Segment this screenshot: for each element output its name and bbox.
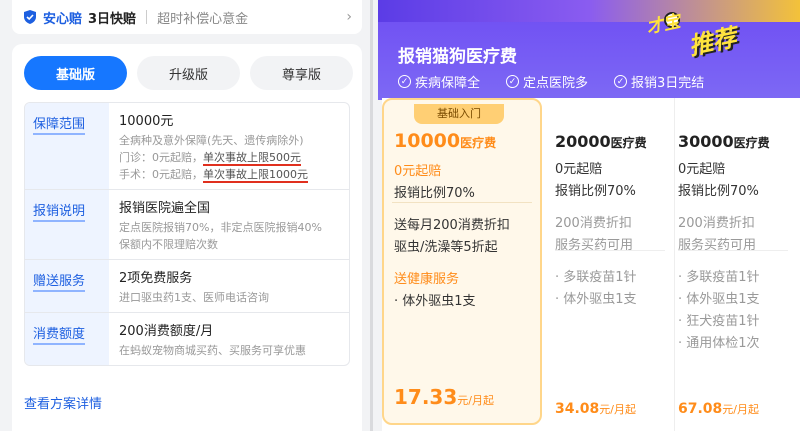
plan-deductible: 0元起赔 bbox=[394, 164, 442, 179]
reimburse-label: 报销说明 bbox=[25, 190, 109, 259]
promo-hero: 才宝 推荐 报销猫狗医疗费 ✓ 疾病保障全 ✓ 定点医院多 ✓ 报销3日完结 bbox=[378, 0, 800, 100]
gift-row: 赠送服务 2项免费服务 进口驱虫药1支、医师电话咨询 bbox=[25, 260, 349, 313]
plan-gift-title: 送健康服务 bbox=[394, 272, 460, 287]
plan-price: 17.33元/月起 bbox=[394, 385, 494, 409]
surgery-line: 手术：0元起赔，单次事故上限1000元 bbox=[119, 168, 308, 183]
check-circle-icon: ✓ bbox=[614, 75, 628, 88]
plan-columns: 基础入门 10000医疗费 0元起赔 报销比例70% 送每月200消费折扣 驱虫… bbox=[382, 98, 800, 431]
plan-gift: · 狂犬疫苗1针 bbox=[678, 314, 760, 329]
feature-item: ✓ 报销3日完结 bbox=[614, 72, 704, 91]
plan-price: 34.08元/月起 bbox=[555, 401, 637, 417]
coverage-row: 保障范围 10000元 全病种及意外保障(先天、遗传病除外) 门诊：0元起赔，单… bbox=[25, 103, 349, 190]
plan-extra2: 驱虫/洗澡等5折起 bbox=[394, 240, 498, 255]
plan-tag: 基础入门 bbox=[414, 104, 504, 124]
plan-ratio: 报销比例70% bbox=[394, 186, 475, 201]
coverage-title: 10000元 bbox=[119, 114, 174, 129]
divider bbox=[146, 10, 148, 24]
plan-table: 保障范围 10000元 全病种及意外保障(先天、遗传病除外) 门诊：0元起赔，单… bbox=[24, 102, 350, 366]
feature-item: ✓ 定点医院多 bbox=[506, 72, 588, 91]
plan-deductible: 0元起赔 bbox=[678, 162, 726, 177]
plan-gift: · 多联疫苗1针 bbox=[678, 270, 760, 285]
plan-detail-panel: 安心赔 3日快赔 超时补偿心意金 › 基础版 升级版 尊享版 保障范围 1000… bbox=[0, 0, 370, 431]
check-circle-icon: ✓ bbox=[398, 75, 411, 88]
divider bbox=[555, 250, 665, 251]
tab-upgrade[interactable]: 升级版 bbox=[137, 56, 240, 90]
plan-price: 67.08元/月起 bbox=[678, 401, 760, 417]
plan-ratio: 报销比例70% bbox=[678, 184, 759, 199]
tab-basic[interactable]: 基础版 bbox=[24, 56, 127, 90]
feature-item: ✓ 疾病保障全 bbox=[398, 72, 480, 91]
plan-gift: · 多联疫苗1针 bbox=[555, 270, 637, 285]
plan-option-basic[interactable]: 基础入门 10000医疗费 0元起赔 报销比例70% 送每月200消费折扣 驱虫… bbox=[382, 98, 542, 425]
reimburse-row: 报销说明 报销医院遍全国 定点医院报销70%，非定点医院报销40% 保额内不限理… bbox=[25, 190, 349, 260]
hero-features: ✓ 疾病保障全 ✓ 定点医院多 ✓ 报销3日完结 bbox=[398, 72, 704, 91]
reimburse-line1: 定点医院报销70%，非定点医院报销40% bbox=[119, 221, 322, 234]
badge-text-1: 才宝 bbox=[644, 11, 683, 39]
assurance-brand: 安心赔 bbox=[43, 11, 83, 27]
plan-gift: · 体外驱虫1支 bbox=[555, 292, 637, 307]
assurance-slogan: 超时补偿心意金 bbox=[157, 11, 249, 27]
plan-card: 基础版 升级版 尊享版 保障范围 10000元 全病种及意外保障(先天、遗传病除… bbox=[12, 44, 362, 431]
plan-extra1: 200消费折扣 bbox=[678, 216, 755, 231]
chevron-right-icon: › bbox=[346, 9, 352, 25]
reimburse-title: 报销医院遍全国 bbox=[119, 201, 211, 216]
view-plan-details-link[interactable]: 查看方案详情 bbox=[24, 393, 102, 412]
plan-extra1: 送每月200消费折扣 bbox=[394, 218, 510, 233]
plan-amount: 10000医疗费 bbox=[394, 130, 497, 152]
plan-deductible: 0元起赔 bbox=[555, 162, 603, 177]
panel-divider bbox=[370, 0, 373, 431]
plan-amount: 20000医疗费 bbox=[555, 132, 647, 151]
quota-line1: 在蚂蚁宠物商城买药、买服务可享优惠 bbox=[119, 344, 306, 357]
shield-check-icon bbox=[24, 10, 36, 24]
promo-panel: 才宝 推荐 报销猫狗医疗费 ✓ 疾病保障全 ✓ 定点医院多 ✓ 报销3日完结 基础入门… bbox=[370, 0, 800, 431]
plan-gift: · 体外驱虫1支 bbox=[394, 294, 476, 309]
reimburse-line2: 保额内不限理赔次数 bbox=[119, 238, 218, 251]
coverage-label: 保障范围 bbox=[25, 103, 109, 189]
clinic-line: 门诊：0元起赔，单次事故上限500元 bbox=[119, 151, 301, 166]
plan-ratio: 报销比例70% bbox=[555, 184, 636, 199]
divider bbox=[392, 202, 532, 203]
recommend-badge: 才宝 推荐 bbox=[644, 4, 776, 61]
plan-option-standard[interactable]: 20000医疗费 0元起赔 报销比例70% 200消费折扣 服务买药可用 · 多… bbox=[545, 98, 675, 431]
assurance-fast: 3日快赔 bbox=[88, 11, 137, 27]
hero-title: 报销猫狗医疗费 bbox=[398, 47, 517, 67]
quota-row: 消费额度 200消费额度/月 在蚂蚁宠物商城买药、买服务可享优惠 bbox=[25, 313, 349, 365]
plan-tabs: 基础版 升级版 尊享版 bbox=[24, 56, 353, 90]
plan-gift: · 通用体检1次 bbox=[678, 336, 760, 351]
coverage-line1: 全病种及意外保障(先天、遗传病除外) bbox=[119, 134, 304, 147]
gift-line1: 进口驱虫药1支、医师电话咨询 bbox=[119, 291, 269, 304]
quota-title: 200消费额度/月 bbox=[119, 324, 214, 339]
check-circle-icon: ✓ bbox=[506, 75, 520, 88]
quota-label: 消费额度 bbox=[25, 313, 109, 365]
plan-option-premium[interactable]: 30000医疗费 0元起赔 报销比例70% 200消费折扣 服务买药可用 · 多… bbox=[668, 98, 798, 431]
plan-gift: · 体外驱虫1支 bbox=[678, 292, 760, 307]
plan-extra1: 200消费折扣 bbox=[555, 216, 632, 231]
badge-text-2: 推荐 bbox=[686, 23, 739, 61]
gift-label: 赠送服务 bbox=[25, 260, 109, 312]
gift-title: 2项免费服务 bbox=[119, 271, 193, 286]
divider bbox=[678, 250, 788, 251]
plan-amount: 30000医疗费 bbox=[678, 132, 770, 151]
tab-premium[interactable]: 尊享版 bbox=[250, 56, 353, 90]
assurance-bar[interactable]: 安心赔 3日快赔 超时补偿心意金 › bbox=[12, 0, 362, 34]
